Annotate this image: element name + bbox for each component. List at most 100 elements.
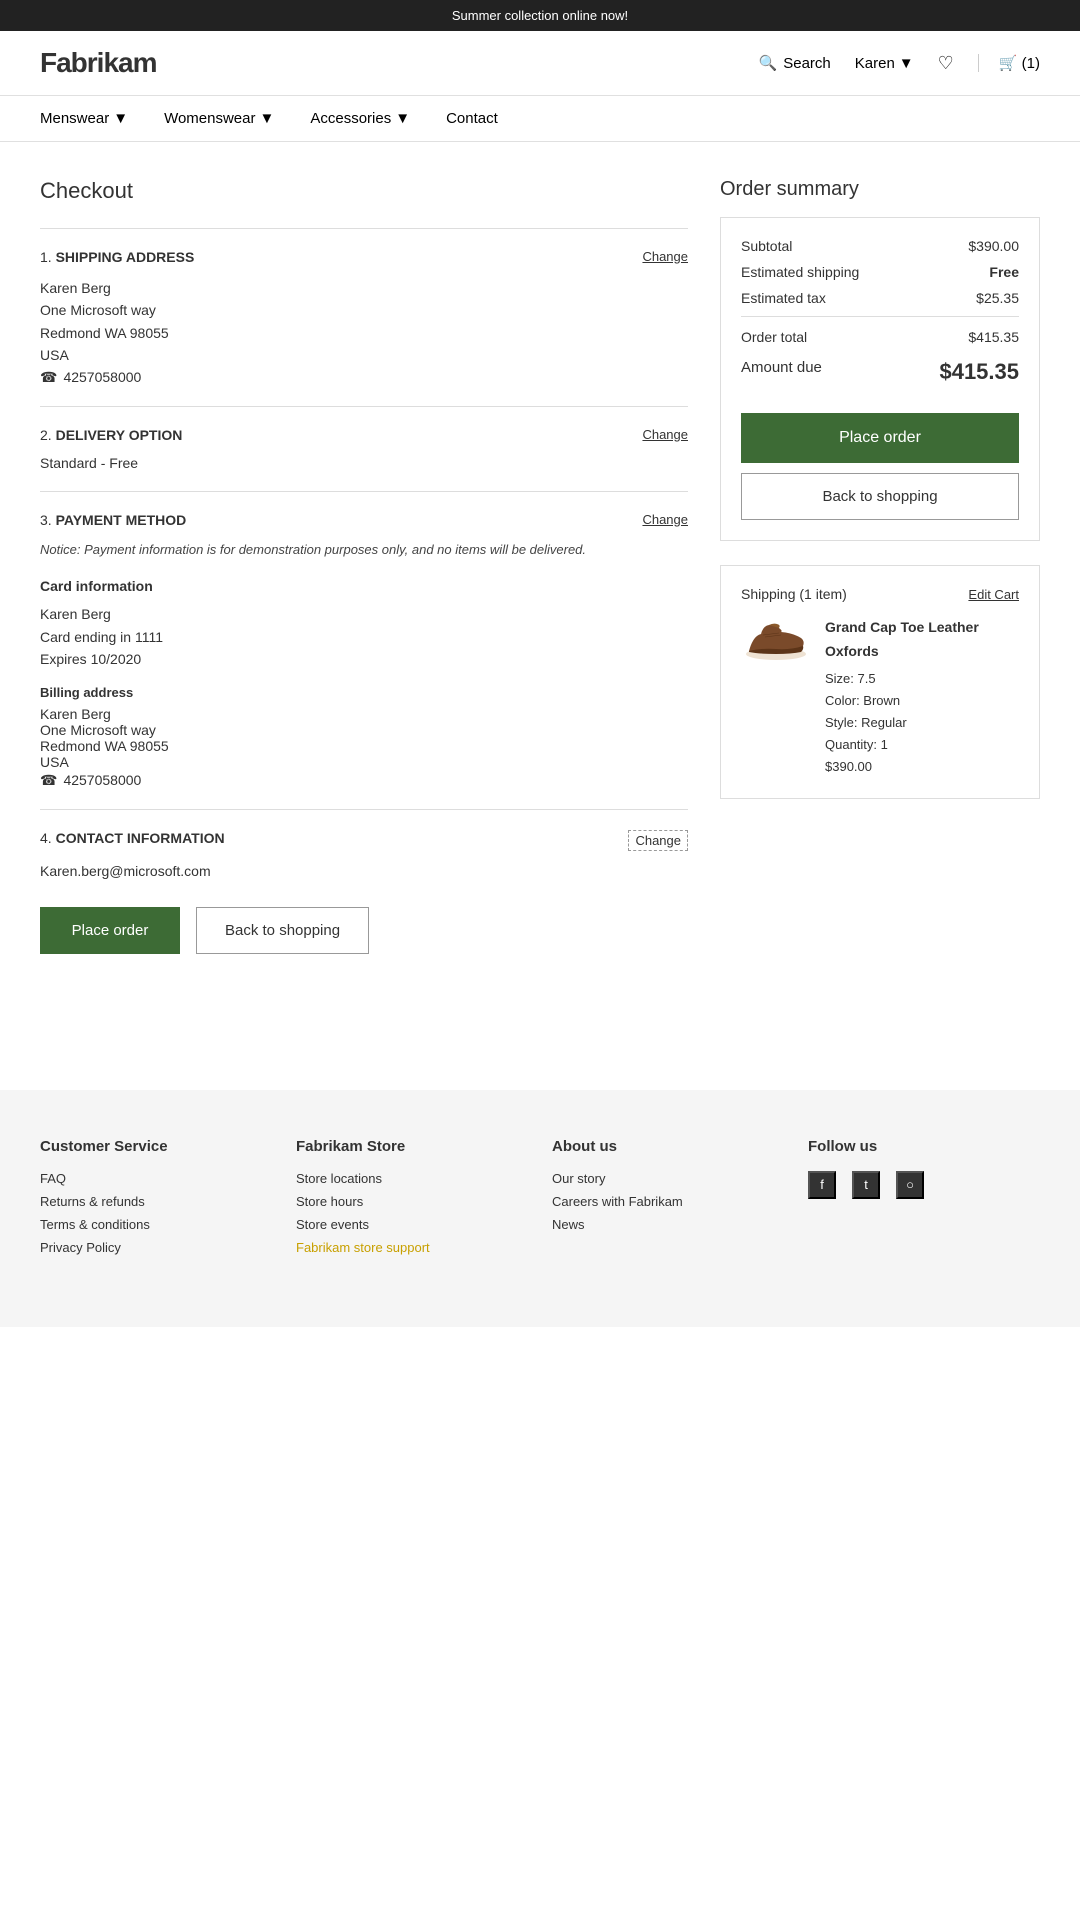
card-info: Card information Karen Berg Card ending … <box>40 575 688 671</box>
cart-icon: 🛒 <box>999 55 1018 72</box>
main-nav: Menswear ▼ Womenswear ▼ Accessories ▼ Co… <box>0 96 1080 142</box>
payment-notice: Notice: Payment information is for demon… <box>40 540 688 560</box>
bottom-action-buttons: Place order Back to shopping <box>40 907 688 994</box>
nav-womenswear[interactable]: Womenswear ▼ <box>164 110 274 127</box>
footer-customer-service-title: Customer Service <box>40 1138 272 1155</box>
checkout-title: Checkout <box>40 178 688 204</box>
shipping-items-label: Shipping (1 item) <box>741 586 847 602</box>
payment-method-section: 3. PAYMENT METHOD Change Notice: Payment… <box>40 491 688 809</box>
footer-link-our-story[interactable]: Our story <box>552 1171 784 1186</box>
delivery-change-button[interactable]: Change <box>642 427 688 442</box>
section-number: 3. <box>40 512 52 528</box>
facebook-button[interactable]: f <box>808 1171 836 1199</box>
contact-information-title: 4. CONTACT INFORMATION <box>40 830 225 846</box>
subtotal-label: Subtotal <box>741 238 792 254</box>
footer-link-returns[interactable]: Returns & refunds <box>40 1194 272 1209</box>
billing-phone-line: ☎ 4257058000 <box>40 772 688 789</box>
search-button[interactable]: 🔍 Search <box>759 54 831 72</box>
delivery-option-section: 2. DELIVERY OPTION Change Standard - Fre… <box>40 406 688 491</box>
edit-cart-button[interactable]: Edit Cart <box>968 587 1019 602</box>
logo[interactable]: Fabrikam <box>40 47 759 79</box>
delivery-option-header: 2. DELIVERY OPTION Change <box>40 427 688 443</box>
shipping-phone: 4257058000 <box>63 369 141 385</box>
order-total-value: $415.35 <box>968 329 1019 345</box>
cart-item: Grand Cap Toe Leather Oxfords Size: 7.5 … <box>741 616 1019 778</box>
order-summary-title: Order summary <box>720 178 1040 201</box>
billing-line2: Redmond WA 98055 <box>40 738 688 754</box>
footer-link-store-locations[interactable]: Store locations <box>296 1171 528 1186</box>
chevron-down-icon: ▼ <box>395 110 410 127</box>
delivery-option-title: 2. DELIVERY OPTION <box>40 427 182 443</box>
billing-info: Billing address Karen Berg One Microsoft… <box>40 685 688 789</box>
footer-fabrikam-store-title: Fabrikam Store <box>296 1138 528 1155</box>
shipping-address-block: Karen Berg One Microsoft way Redmond WA … <box>40 277 688 386</box>
footer-link-store-support[interactable]: Fabrikam store support <box>296 1240 528 1255</box>
contact-information-header: 4. CONTACT INFORMATION Change <box>40 830 688 851</box>
banner-text: Summer collection online now! <box>452 8 628 23</box>
billing-phone: 4257058000 <box>63 772 141 788</box>
billing-country: USA <box>40 754 688 770</box>
nav-contact[interactable]: Contact <box>446 110 498 127</box>
footer-link-store-hours[interactable]: Store hours <box>296 1194 528 1209</box>
payment-method-header: 3. PAYMENT METHOD Change <box>40 512 688 528</box>
phone-icon: ☎ <box>40 772 57 789</box>
footer-link-terms[interactable]: Terms & conditions <box>40 1217 272 1232</box>
summary-place-order-button[interactable]: Place order <box>741 413 1019 463</box>
section-number: 1. <box>40 249 52 265</box>
bottom-place-order-button[interactable]: Place order <box>40 907 180 954</box>
payment-change-button[interactable]: Change <box>642 512 688 527</box>
item-color: Color: Brown <box>825 690 1019 712</box>
order-summary-box: Subtotal $390.00 Estimated shipping Free… <box>720 217 1040 541</box>
section-label: CONTACT INFORMATION <box>56 830 225 846</box>
footer-link-news[interactable]: News <box>552 1217 784 1232</box>
billing-label: Billing address <box>40 685 688 700</box>
main-content: Checkout 1. SHIPPING ADDRESS Change Kare… <box>0 142 1080 1030</box>
item-style: Style: Regular <box>825 712 1019 734</box>
shipping-address-line2: Redmond WA 98055 <box>40 322 688 344</box>
footer-link-privacy[interactable]: Privacy Policy <box>40 1240 272 1255</box>
shipping-address-header: 1. SHIPPING ADDRESS Change <box>40 249 688 265</box>
tax-value: $25.35 <box>976 290 1019 306</box>
summary-back-to-shopping-button[interactable]: Back to shopping <box>741 473 1019 520</box>
footer-about-us-title: About us <box>552 1138 784 1155</box>
contact-change-button[interactable]: Change <box>628 830 688 851</box>
billing-line1: One Microsoft way <box>40 722 688 738</box>
chevron-down-icon: ▼ <box>259 110 274 127</box>
chevron-down-icon: ▼ <box>899 55 914 72</box>
header: Fabrikam 🔍 Search Karen ▼ ♡ 🛒 (1) <box>0 31 1080 96</box>
instagram-button[interactable]: ○ <box>896 1171 924 1199</box>
nav-accessories-label: Accessories <box>310 110 391 127</box>
footer-link-careers[interactable]: Careers with Fabrikam <box>552 1194 784 1209</box>
nav-accessories[interactable]: Accessories ▼ <box>310 110 410 127</box>
card-name: Karen Berg <box>40 603 688 625</box>
search-icon: 🔍 <box>759 54 778 72</box>
amount-due-value: $415.35 <box>939 359 1019 385</box>
shipping-address-line1: One Microsoft way <box>40 299 688 321</box>
nav-menswear[interactable]: Menswear ▼ <box>40 110 128 127</box>
footer-follow-us-title: Follow us <box>808 1138 1040 1155</box>
shipping-items-header: Shipping (1 item) Edit Cart <box>741 586 1019 602</box>
subtotal-value: $390.00 <box>968 238 1019 254</box>
user-menu-button[interactable]: Karen ▼ <box>855 55 914 72</box>
header-actions: 🔍 Search Karen ▼ ♡ 🛒 (1) <box>759 53 1040 74</box>
cart-button[interactable]: 🛒 (1) <box>978 54 1040 72</box>
shipping-change-button[interactable]: Change <box>642 249 688 264</box>
amount-due-label: Amount due <box>741 359 822 385</box>
shipping-country: USA <box>40 344 688 366</box>
wishlist-button[interactable]: ♡ <box>938 53 954 74</box>
footer-link-faq[interactable]: FAQ <box>40 1171 272 1186</box>
footer-grid: Customer Service FAQ Returns & refunds T… <box>40 1138 1040 1263</box>
section-label: PAYMENT METHOD <box>56 512 187 528</box>
item-price: $390.00 <box>825 756 1019 778</box>
card-info-label: Card information <box>40 575 688 597</box>
footer-link-store-events[interactable]: Store events <box>296 1217 528 1232</box>
user-label: Karen <box>855 55 895 72</box>
twitter-icon: t <box>864 1177 868 1192</box>
bottom-back-to-shopping-button[interactable]: Back to shopping <box>196 907 369 954</box>
instagram-icon: ○ <box>906 1177 914 1192</box>
cart-count: (1) <box>1022 55 1040 72</box>
shipping-items-section: Shipping (1 item) Edit Cart <box>720 565 1040 799</box>
card-expires: Expires 10/2020 <box>40 648 688 670</box>
cart-item-image <box>741 616 811 666</box>
twitter-button[interactable]: t <box>852 1171 880 1199</box>
